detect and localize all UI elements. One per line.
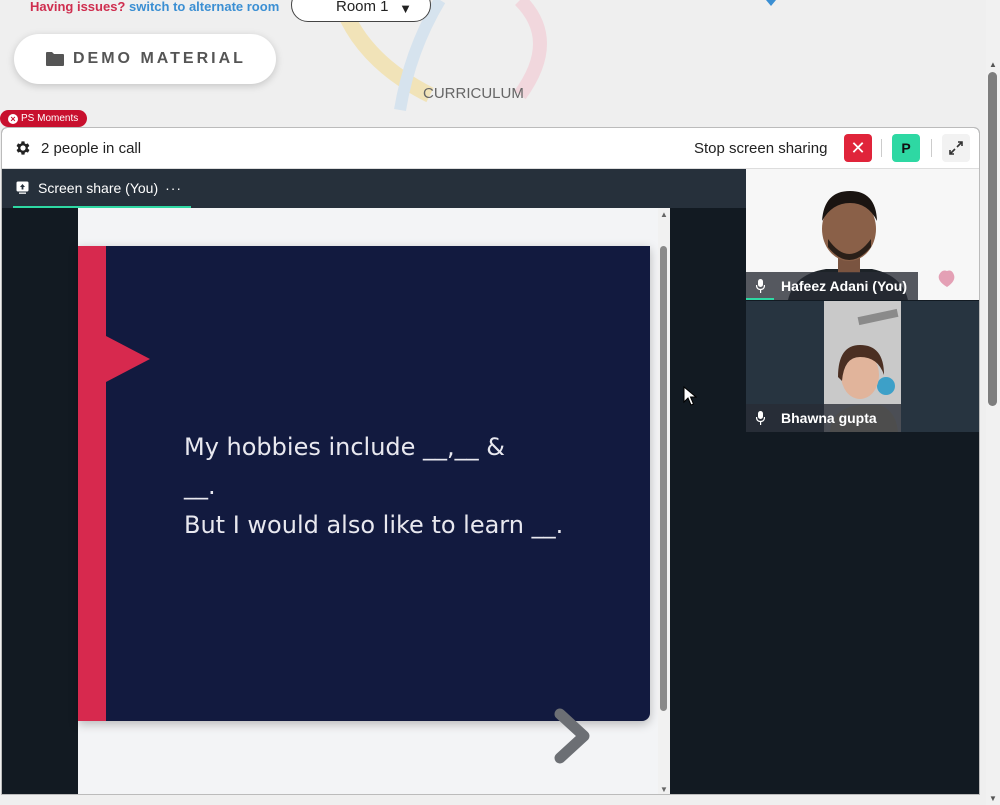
- scroll-up-icon[interactable]: ▲: [660, 210, 668, 219]
- close-icon: ✕: [850, 138, 866, 158]
- ps-moments-label: PS Moments: [21, 113, 79, 124]
- shared-screen: My hobbies include __,__ & __. But I wou…: [78, 208, 670, 794]
- demo-material-button[interactable]: DEMO MATERIAL: [14, 34, 276, 84]
- stop-sharing-button[interactable]: ✕: [844, 134, 872, 162]
- divider: [881, 139, 882, 157]
- video-tile: Hafeez Adani (You): [746, 169, 979, 300]
- expand-icon[interactable]: [942, 134, 970, 162]
- call-header: 2 people in call Stop screen sharing ✕ P: [2, 128, 979, 169]
- scroll-down-icon[interactable]: ▼: [660, 785, 668, 794]
- screen-share-icon: [16, 181, 29, 194]
- microphone-icon[interactable]: [756, 411, 765, 425]
- slide-accent-arrow: [106, 336, 150, 382]
- video-tile: Bhawna gupta: [746, 301, 979, 432]
- page-scrollbar[interactable]: ▲ ▼: [986, 0, 1000, 805]
- next-slide-icon[interactable]: [554, 708, 594, 764]
- tab-label: Screen share (You): [38, 179, 159, 196]
- slide-line: My hobbies include __,__ &: [184, 433, 506, 461]
- participant-avatar[interactable]: P: [892, 134, 920, 162]
- slide-accent-bar: [78, 246, 106, 721]
- more-options-icon[interactable]: ···: [165, 180, 182, 196]
- room-select[interactable]: Room 1 ▼: [291, 0, 431, 22]
- presentation-slide: My hobbies include __,__ & __. But I wou…: [78, 246, 650, 721]
- folder-icon: [46, 52, 64, 66]
- slide-line: But I would also like to learn __.: [184, 511, 564, 539]
- scroll-down-icon[interactable]: ▼: [989, 794, 997, 803]
- slide-text: My hobbies include __,__ & __. But I wou…: [184, 428, 604, 545]
- scroll-up-icon[interactable]: ▲: [989, 60, 997, 69]
- issues-text: Having issues?: [30, 0, 126, 14]
- tab-screen-share[interactable]: Screen share (You) ···: [13, 169, 191, 208]
- close-icon[interactable]: ×: [8, 113, 18, 124]
- gear-icon[interactable]: [14, 139, 32, 157]
- participant-name: Bhawna gupta: [781, 410, 877, 426]
- microphone-icon[interactable]: [756, 279, 765, 293]
- slide-line: __.: [184, 472, 216, 500]
- marker-icon: [766, 0, 776, 6]
- shared-screen-scrollbar[interactable]: ▲ ▼: [658, 208, 670, 794]
- divider: [931, 139, 932, 157]
- scrollbar-thumb[interactable]: [660, 246, 667, 711]
- participant-name: Hafeez Adani (You): [781, 278, 908, 294]
- call-window: 2 people in call Stop screen sharing ✕ P…: [1, 127, 980, 795]
- chevron-down-icon: ▼: [399, 1, 412, 16]
- scrollbar-thumb[interactable]: [988, 72, 997, 406]
- screen-share-tabbar: Screen share (You) ···: [2, 169, 746, 208]
- people-count: 2 people in call: [41, 140, 142, 157]
- stop-sharing-label[interactable]: Stop screen sharing: [694, 140, 827, 157]
- curriculum-label[interactable]: CURRICULUM: [423, 85, 524, 102]
- alternate-room-link[interactable]: switch to alternate room: [129, 0, 279, 14]
- issues-notice: Having issues? switch to alternate room: [30, 0, 279, 14]
- ps-moments-badge[interactable]: × PS Moments: [0, 110, 88, 127]
- mouse-cursor-icon: [683, 386, 697, 406]
- participant-nameplate: Hafeez Adani (You): [746, 272, 918, 300]
- room-select-value: Room 1: [336, 0, 389, 15]
- demo-material-label: DEMO MATERIAL: [73, 50, 246, 67]
- speaking-indicator: [746, 298, 774, 300]
- participant-nameplate: Bhawna gupta: [746, 404, 901, 432]
